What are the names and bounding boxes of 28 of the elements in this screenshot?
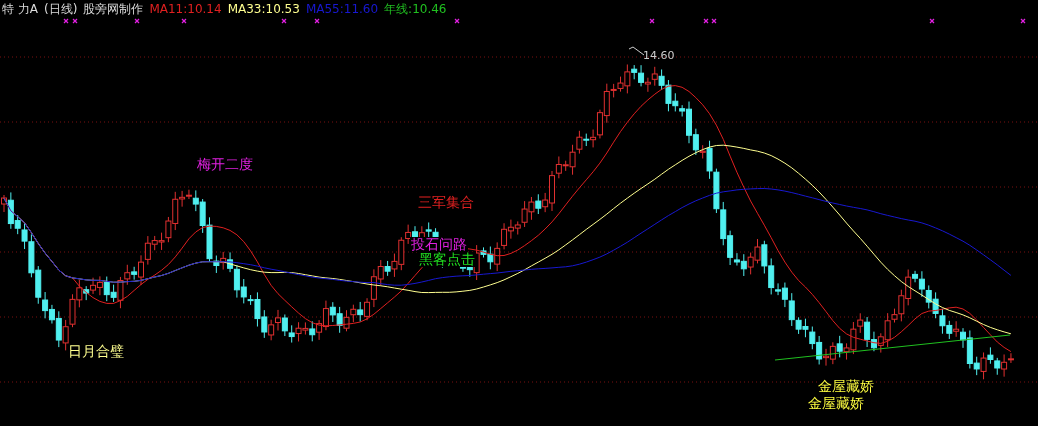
cross-marker-icon bbox=[929, 18, 935, 24]
cross-marker-icon bbox=[281, 18, 287, 24]
cross-marker-icon bbox=[314, 18, 320, 24]
cross-marker-icon bbox=[134, 18, 140, 24]
leader-line bbox=[628, 46, 645, 56]
cross-marker-icon bbox=[649, 18, 655, 24]
chart-credit: 股旁网制作 bbox=[83, 0, 144, 18]
signal-label: 日月合璧 bbox=[67, 344, 125, 360]
signal-label: 梅开二度 bbox=[196, 157, 254, 173]
signal-label: 黑客点击 bbox=[418, 252, 476, 268]
cross-marker-icon bbox=[63, 18, 69, 24]
indicator-value: MA55:11.60 bbox=[305, 2, 379, 16]
indicator-value: MA11:10.14 bbox=[149, 2, 222, 16]
indicator-value: 年线:10.46 bbox=[384, 0, 447, 18]
signal-label: 金屋藏娇 bbox=[807, 396, 865, 412]
signal-label: 金屋藏娇 bbox=[817, 379, 875, 395]
cross-marker-icon bbox=[1020, 18, 1026, 24]
cross-marker-icon bbox=[181, 18, 187, 24]
cross-marker-icon bbox=[72, 18, 78, 24]
indicator-value: MA33:10.53 bbox=[227, 2, 300, 16]
stock-title: 特 力A bbox=[2, 0, 39, 18]
cross-marker-icon bbox=[454, 18, 460, 24]
chart-period: (日线) bbox=[44, 0, 78, 18]
signal-label: 三军集合 bbox=[417, 195, 475, 211]
price-label: 14.60 bbox=[643, 50, 675, 63]
cross-marker-icon bbox=[703, 18, 709, 24]
cross-marker-icon bbox=[711, 18, 717, 24]
signal-label: 投石问路 bbox=[410, 237, 468, 253]
